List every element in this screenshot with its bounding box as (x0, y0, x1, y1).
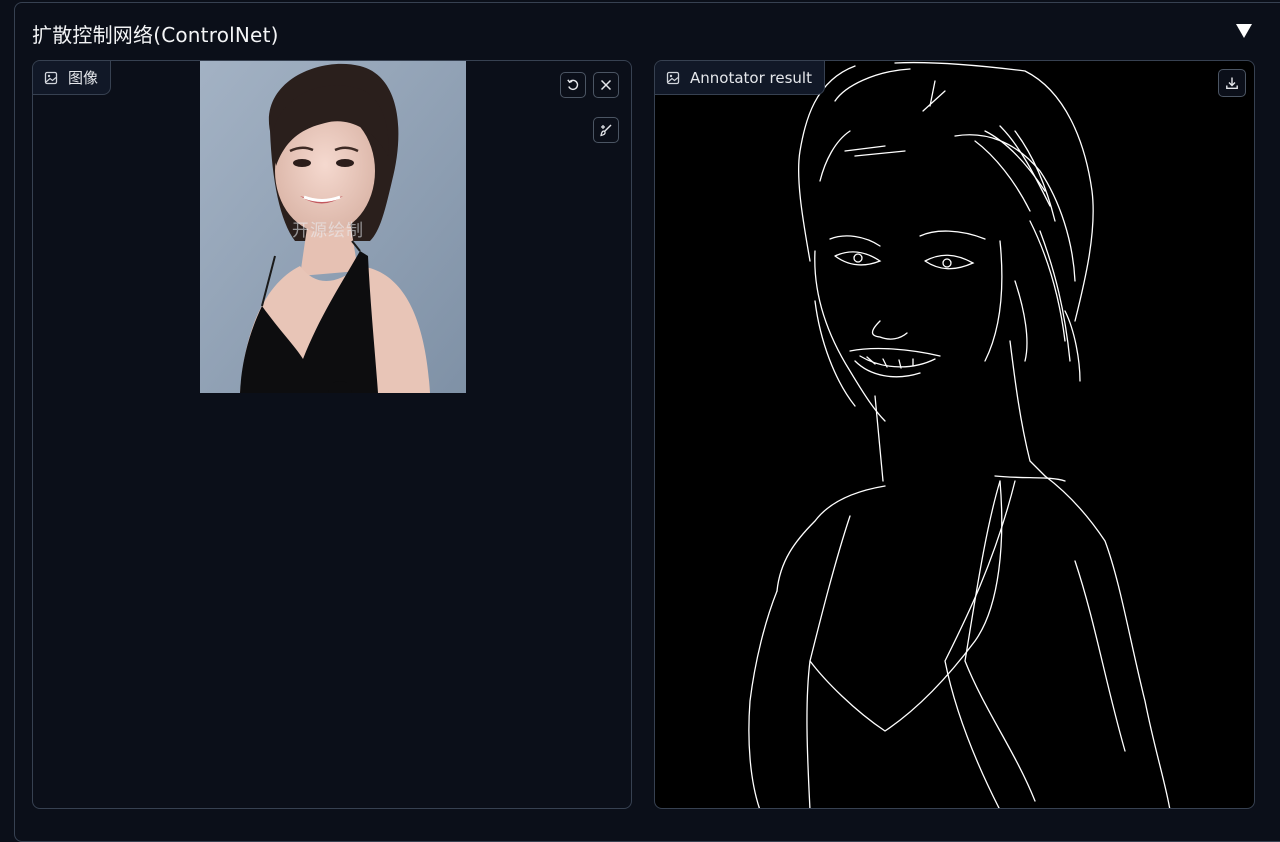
annotator-result-panel: Annotator result (654, 60, 1255, 809)
image-icon (666, 71, 680, 84)
annotator-result-label-text: Annotator result (690, 68, 812, 87)
annotator-result-label: Annotator result (655, 61, 825, 95)
image-icon (44, 71, 58, 84)
accordion-title[interactable]: 扩散控制网络(ControlNet) (32, 19, 279, 48)
uploaded-photo[interactable]: 开源绘制 (200, 61, 466, 393)
undo-button[interactable] (560, 72, 586, 98)
triangle-down-icon[interactable] (1233, 20, 1255, 42)
input-image-label-text: 图像 (68, 69, 99, 87)
close-icon (600, 79, 612, 91)
download-icon (1226, 77, 1238, 90)
input-image-panel[interactable]: 图像 开源绘制 (32, 60, 632, 809)
undo-icon (567, 79, 579, 91)
watermark-text: 开源绘制 (292, 221, 364, 241)
clear-button[interactable] (593, 72, 619, 98)
brush-button[interactable] (593, 117, 619, 143)
input-image-label: 图像 (33, 61, 112, 95)
edge-map-image (748, 61, 1171, 808)
download-button[interactable] (1218, 69, 1246, 97)
brush-icon (600, 124, 612, 137)
